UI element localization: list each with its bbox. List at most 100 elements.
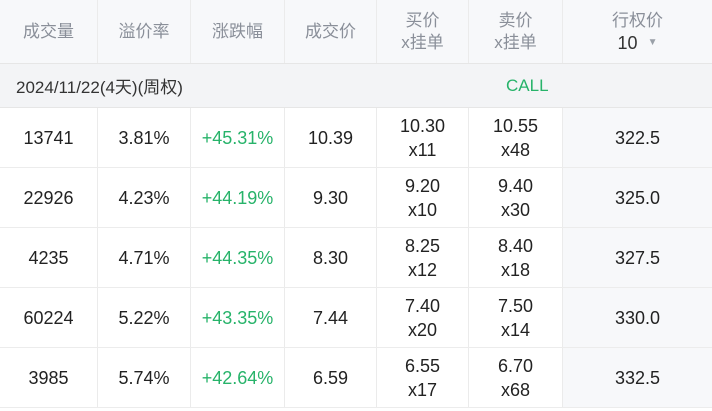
premium-cell: 3.81%: [98, 108, 191, 167]
last-price-cell: 8.30: [285, 228, 377, 287]
change-value: +42.64%: [201, 367, 274, 388]
premium-value: 4.71%: [118, 247, 170, 268]
last-price-cell: 6.59: [285, 348, 377, 407]
column-header-label: 溢价率: [118, 21, 170, 41]
strike-value: 327.5: [614, 247, 661, 268]
premium-value: 3.81%: [118, 127, 170, 148]
premium-value: 5.74%: [118, 367, 170, 388]
premium-cell: 4.23%: [98, 168, 191, 227]
bid-size: x10: [407, 199, 438, 220]
column-header-bid[interactable]: 买价 x挂单: [377, 0, 469, 63]
volume-value: 3985: [28, 367, 69, 388]
column-header-change[interactable]: 涨跌幅: [191, 0, 285, 63]
volume-value: 22926: [23, 187, 74, 208]
ask-size: x48: [500, 139, 531, 160]
last-price-value: 10.39: [307, 127, 354, 148]
last-price-value: 9.30: [312, 187, 349, 208]
column-header-premium[interactable]: 溢价率: [98, 0, 191, 63]
change-cell: +44.19%: [191, 168, 285, 227]
last-price-value: 8.30: [312, 247, 349, 268]
table-row[interactable]: 13741 3.81% +45.31% 10.39 10.30 x11 10.55 x48 32…: [0, 108, 712, 168]
ask-price: 8.40: [497, 235, 534, 256]
option-chain-table: 成交量 溢价率 涨跌幅 成交价 买价 x挂单 卖价 x挂单 行权价 10 ▼ 2…: [0, 0, 712, 411]
ask-cell[interactable]: 8.40 x18: [469, 228, 563, 287]
ask-price: 6.70: [497, 355, 534, 376]
strike-cell: 327.5: [563, 228, 712, 287]
change-cell: +44.35%: [191, 228, 285, 287]
bid-cell[interactable]: 6.55 x17: [377, 348, 469, 407]
premium-value: 4.23%: [118, 187, 170, 208]
strike-cell: 330.0: [563, 288, 712, 347]
ask-price: 10.55: [492, 115, 539, 136]
bid-cell[interactable]: 8.25 x12: [377, 228, 469, 287]
bid-price: 6.55: [404, 355, 441, 376]
expiry-group-row[interactable]: 2024/11/22(4天)(周权) CALL: [0, 64, 712, 108]
strike-cell: 332.5: [563, 348, 712, 407]
column-header-strike: 行权价 10 ▼: [563, 0, 712, 63]
last-price-value: 6.59: [312, 367, 349, 388]
change-cell: +42.64%: [191, 348, 285, 407]
column-header-label: 行权价: [612, 10, 663, 30]
change-cell: +45.31%: [191, 108, 285, 167]
ask-cell[interactable]: 10.55 x48: [469, 108, 563, 167]
column-header-label: 成交价: [305, 21, 356, 41]
bid-cell[interactable]: 9.20 x10: [377, 168, 469, 227]
bid-size: x11: [408, 139, 437, 160]
change-value: +45.31%: [201, 127, 274, 148]
ask-size: x68: [500, 379, 531, 400]
volume-cell: 60224: [0, 288, 98, 347]
bid-size: x12: [407, 259, 438, 280]
strike-count-dropdown[interactable]: 10 ▼: [618, 32, 658, 54]
premium-cell: 4.71%: [98, 228, 191, 287]
column-header-label: 买价: [405, 10, 440, 30]
column-header-last-price[interactable]: 成交价: [285, 0, 377, 63]
strike-count-value: 10: [617, 32, 638, 53]
column-header-label: 涨跌幅: [212, 21, 263, 41]
column-header-volume[interactable]: 成交量: [0, 0, 98, 63]
bid-cell[interactable]: 7.40 x20: [377, 288, 469, 347]
bid-cell[interactable]: 10.30 x11: [377, 108, 469, 167]
bid-size: x17: [407, 379, 438, 400]
volume-cell: 22926: [0, 168, 98, 227]
premium-cell: 5.74%: [98, 348, 191, 407]
bid-price: 10.30: [399, 115, 446, 136]
ask-price: 9.40: [497, 175, 534, 196]
table-row[interactable]: 3985 5.74% +42.64% 6.59 6.55 x17 6.70 x68 332.5: [0, 348, 712, 408]
change-cell: +43.35%: [191, 288, 285, 347]
table-header: 成交量 溢价率 涨跌幅 成交价 买价 x挂单 卖价 x挂单 行权价 10 ▼: [0, 0, 712, 64]
volume-cell: 4235: [0, 228, 98, 287]
expiry-date: 2024/11/22(4天)(周权): [16, 78, 183, 97]
strike-value: 325.0: [614, 187, 661, 208]
option-type-label: CALL: [506, 75, 549, 95]
strike-value: 332.5: [614, 367, 661, 388]
bid-size: x20: [407, 319, 438, 340]
change-value: +44.19%: [201, 187, 274, 208]
volume-value: 60224: [23, 307, 74, 328]
caret-down-icon: ▼: [647, 36, 658, 48]
column-header-ask[interactable]: 卖价 x挂单: [469, 0, 563, 63]
ask-size: x14: [500, 319, 531, 340]
bid-price: 8.25: [404, 235, 441, 256]
change-value: +43.35%: [201, 307, 274, 328]
table-row[interactable]: 22926 4.23% +44.19% 9.30 9.20 x10 9.40 x30 325.0: [0, 168, 712, 228]
bid-price: 7.40: [404, 295, 441, 316]
table-row[interactable]: 4235 4.71% +44.35% 8.30 8.25 x12 8.40 x18 327.5: [0, 228, 712, 288]
table-row[interactable]: 60224 5.22% +43.35% 7.44 7.40 x20 7.50 x14 330.0: [0, 288, 712, 348]
last-price-value: 7.44: [312, 307, 349, 328]
column-header-sublabel: x挂单: [494, 32, 537, 52]
strike-value: 322.5: [614, 127, 661, 148]
volume-cell: 3985: [0, 348, 98, 407]
column-header-label: 成交量: [23, 21, 74, 41]
volume-cell: 13741: [0, 108, 98, 167]
ask-size: x30: [500, 199, 531, 220]
volume-value: 4235: [28, 247, 69, 268]
last-price-cell: 9.30: [285, 168, 377, 227]
strike-cell: 322.5: [563, 108, 712, 167]
ask-size: x18: [500, 259, 531, 280]
last-price-cell: 10.39: [285, 108, 377, 167]
column-header-sublabel: x挂单: [401, 32, 444, 52]
strike-cell: 325.0: [563, 168, 712, 227]
ask-cell[interactable]: 9.40 x30: [469, 168, 563, 227]
ask-cell[interactable]: 6.70 x68: [469, 348, 563, 407]
ask-cell[interactable]: 7.50 x14: [469, 288, 563, 347]
